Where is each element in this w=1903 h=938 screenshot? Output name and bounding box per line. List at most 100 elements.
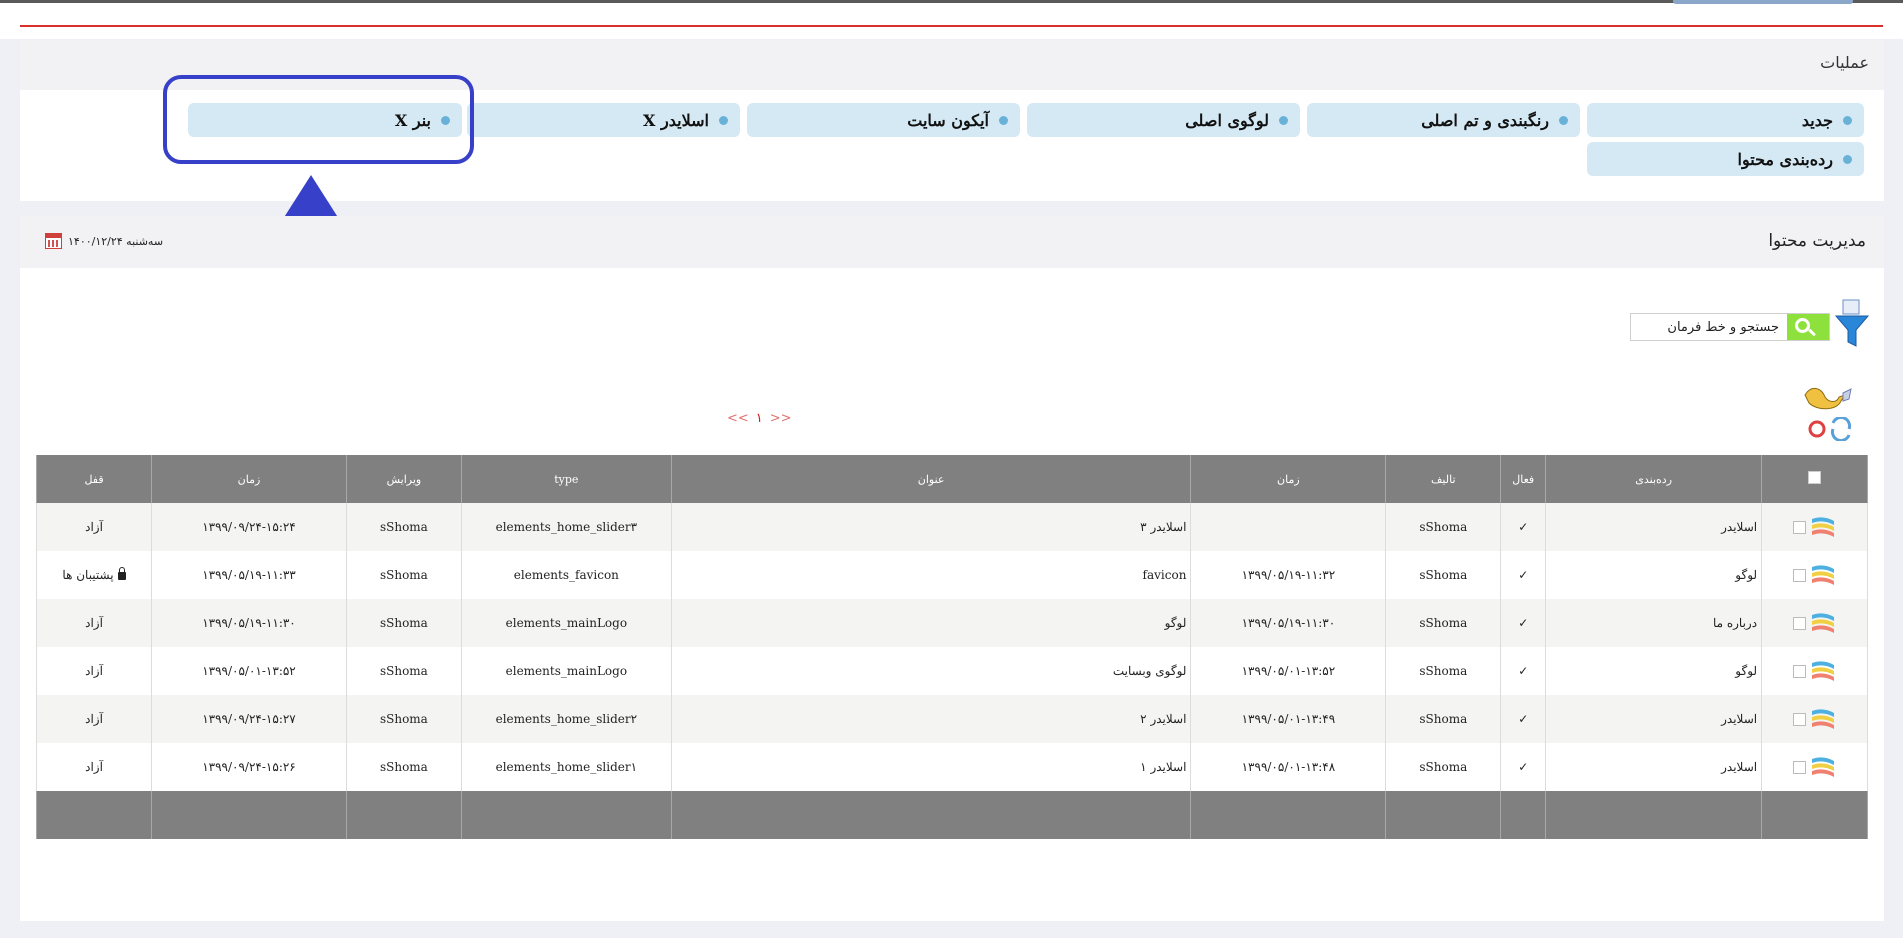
calendar-icon[interactable]: [45, 233, 62, 249]
cell-title: لوگوی وبسایت: [670, 647, 1192, 695]
cell-category: درباره ما: [1545, 599, 1763, 647]
cell-title: اسلایدر ۲: [670, 695, 1192, 743]
col-lock[interactable]: قفل: [35, 455, 153, 503]
row-select-cell: [1761, 503, 1868, 551]
row-checkbox[interactable]: [1793, 664, 1807, 678]
footer-cell: [35, 791, 153, 839]
main-logo-button[interactable]: لوگوی اصلی: [1027, 103, 1300, 137]
row-checkbox[interactable]: [1793, 760, 1807, 774]
col-active[interactable]: فعال: [1500, 455, 1547, 503]
check-icon: ✓: [1500, 647, 1547, 695]
cell-time-edit: ۱۳۹۹/۰۵/۱۹-۱۱:۳۳: [151, 551, 347, 599]
row-select-cell: [1761, 551, 1868, 599]
check-icon: ✓: [1500, 599, 1547, 647]
cell-time-edit: ۱۳۹۹/۰۵/۱۹-۱۱:۳۰: [151, 599, 347, 647]
button-label: رنگبندی و تم اصلی: [1421, 110, 1549, 130]
cell-editor: sShoma: [345, 503, 462, 551]
row-select-cell: [1761, 647, 1868, 695]
bullet-icon: [1843, 115, 1852, 125]
cell-editor: sShoma: [345, 599, 462, 647]
cell-lock: آزاد: [35, 743, 153, 791]
cell-category: اسلایدر: [1545, 503, 1763, 551]
pager-current[interactable]: ۱: [756, 411, 763, 426]
footer-cell: [1761, 791, 1868, 839]
button-label: جدید: [1801, 110, 1833, 130]
slider-x-button[interactable]: اسلایدر X: [467, 103, 740, 137]
content-type-icon: [1812, 661, 1835, 681]
col-category[interactable]: رده‌بندی: [1545, 455, 1763, 503]
row-checkbox[interactable]: [1793, 520, 1807, 534]
refresh-icon[interactable]: [1803, 417, 1853, 441]
button-label: لوگوی اصلی: [1185, 110, 1269, 130]
row-checkbox[interactable]: [1793, 616, 1807, 630]
cell-author: sShoma: [1385, 647, 1502, 695]
header-strip: [0, 3, 1903, 39]
highlight-box: [163, 75, 474, 164]
table-row[interactable]: اسلایدر ✓ sShoma ۱۳۹۹/۰۵/۰۱-۱۳:۴۹ اسلاید…: [35, 695, 1868, 743]
check-icon: ✓: [1500, 503, 1547, 551]
row-checkbox[interactable]: [1793, 712, 1807, 726]
cell-time: ۱۳۹۹/۰۵/۰۱-۱۳:۴۸: [1190, 743, 1387, 791]
new-button[interactable]: جدید: [1587, 103, 1864, 137]
col-time[interactable]: زمان: [1190, 455, 1387, 503]
select-all-checkbox[interactable]: [1808, 471, 1822, 484]
cell-author: sShoma: [1385, 503, 1502, 551]
search-label: جستجو و خط فرمان: [1667, 320, 1779, 335]
search-input[interactable]: جستجو و خط فرمان: [1630, 313, 1830, 341]
content-categories-button[interactable]: ردەبندی محتوا: [1587, 142, 1864, 176]
cell-lock: آزاد: [35, 599, 153, 647]
bullet-icon: [999, 115, 1008, 125]
top-tab[interactable]: [1673, 0, 1853, 4]
cell-time-edit: ۱۳۹۹/۰۹/۲۴-۱۵:۲۴: [151, 503, 347, 551]
cell-category: اسلایدر: [1545, 743, 1763, 791]
col-type[interactable]: type: [460, 455, 672, 503]
footer-cell: [670, 791, 1192, 839]
table-row[interactable]: اسلایدر ✓ sShoma ۱۳۹۹/۰۵/۰۱-۱۳:۴۸ اسلاید…: [35, 743, 1868, 791]
content-type-icon: [1812, 757, 1835, 777]
row-checkbox[interactable]: [1793, 568, 1807, 582]
cell-editor: sShoma: [345, 551, 462, 599]
site-icon-button[interactable]: آیکون سایت: [747, 103, 1020, 137]
cell-title: favicon: [670, 551, 1192, 599]
button-label: آیکون سایت: [907, 110, 989, 130]
pager-prev[interactable]: <<: [727, 411, 749, 426]
footer-cell: [345, 791, 462, 839]
col-title[interactable]: عنوان: [670, 455, 1192, 503]
bird-icon[interactable]: [1803, 383, 1853, 413]
footer-cell: [1190, 791, 1387, 839]
pager-next[interactable]: >>: [770, 411, 792, 426]
bullet-icon: [1843, 154, 1852, 164]
content-type-icon: [1812, 613, 1835, 633]
cell-editor: sShoma: [345, 695, 462, 743]
cell-category: لوگو: [1545, 551, 1763, 599]
cell-title: اسلایدر ۱: [670, 743, 1192, 791]
cell-lock: آزاد: [35, 647, 153, 695]
table-row[interactable]: اسلایدر ✓ sShoma اسلایدر ۳ elements_home…: [35, 503, 1868, 551]
col-time-edit[interactable]: زمان: [151, 455, 347, 503]
cell-editor: sShoma: [345, 647, 462, 695]
table-row[interactable]: لوگو ✓ sShoma ۱۳۹۹/۰۵/۱۹-۱۱:۳۲ favicon e…: [35, 551, 1868, 599]
arrow-up-icon: [283, 175, 339, 219]
theme-colors-button[interactable]: رنگبندی و تم اصلی: [1307, 103, 1580, 137]
select-all-header[interactable]: [1761, 455, 1868, 503]
cell-type: elements_home_slider۳: [460, 503, 672, 551]
col-author[interactable]: تالیف: [1385, 455, 1502, 503]
cell-author: sShoma: [1385, 743, 1502, 791]
cell-time: [1190, 503, 1387, 551]
cell-type: elements_home_slider۲: [460, 695, 672, 743]
cell-time: ۱۳۹۹/۰۵/۰۱-۱۳:۵۲: [1190, 647, 1387, 695]
table-row[interactable]: درباره ما ✓ sShoma ۱۳۹۹/۰۵/۱۹-۱۱:۳۰ لوگو…: [35, 599, 1868, 647]
current-date: سەشنبە ۱۴۰۰/۱۲/۲۴: [68, 235, 164, 248]
table-header-row: رده‌بندی فعال تالیف زمان عنوان type ویرا…: [35, 455, 1868, 503]
button-label: اسلایدر X: [643, 110, 709, 130]
search-button[interactable]: [1787, 314, 1829, 340]
cell-lock-cell: پشتیبان ها: [35, 551, 153, 599]
bullet-icon: [719, 115, 728, 125]
table-row[interactable]: لوگو ✓ sShoma ۱۳۹۹/۰۵/۰۱-۱۳:۵۲ لوگوی وبس…: [35, 647, 1868, 695]
filter-icon[interactable]: [1834, 298, 1870, 350]
cell-author: sShoma: [1385, 695, 1502, 743]
lock-icon: [117, 566, 126, 580]
col-editor[interactable]: ویرایش: [345, 455, 462, 503]
row-select-cell: [1761, 695, 1868, 743]
cell-author: sShoma: [1385, 599, 1502, 647]
